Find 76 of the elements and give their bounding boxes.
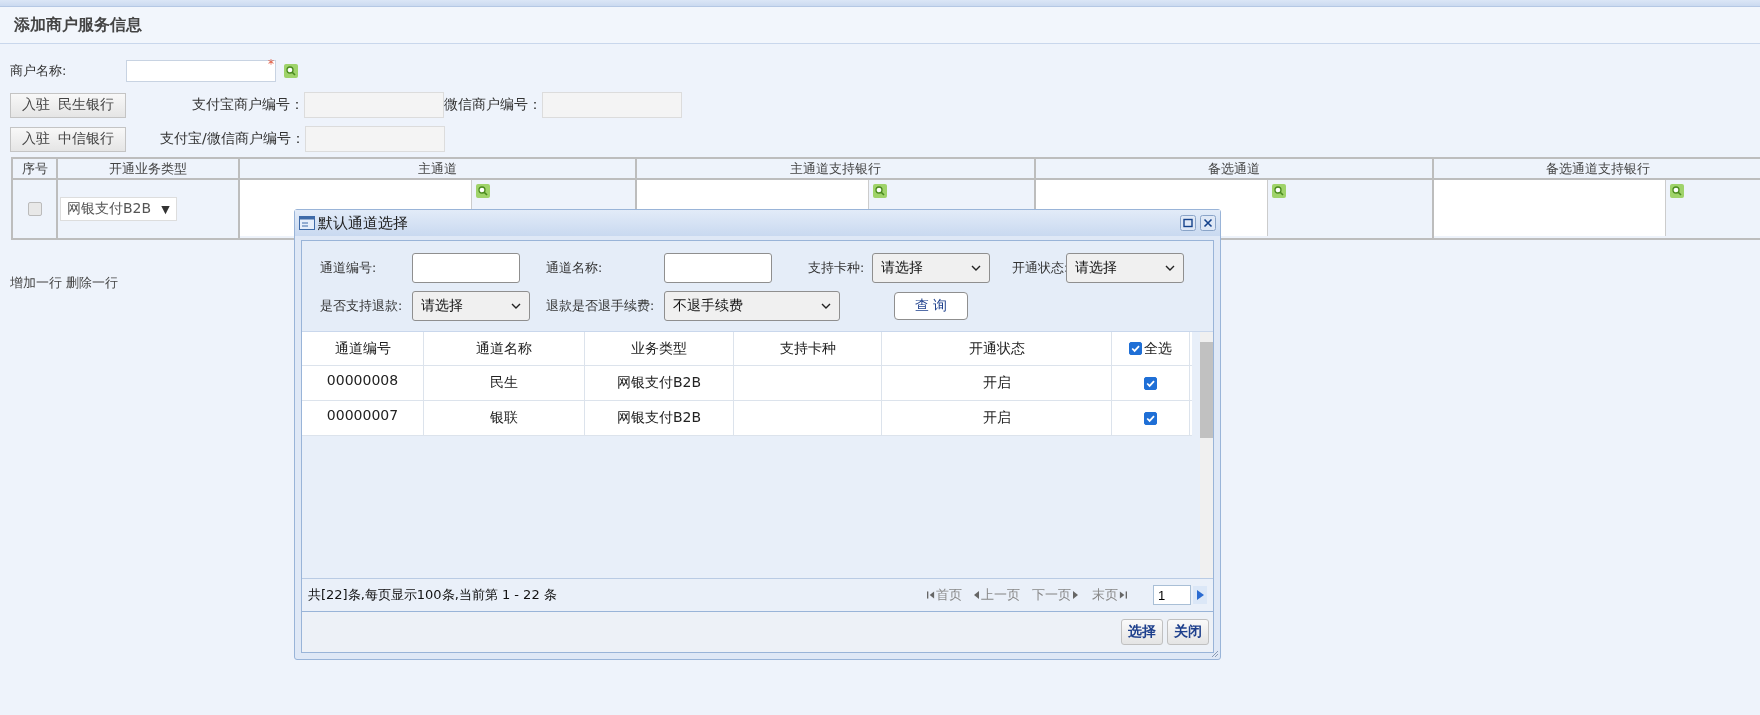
window-icon [299,216,315,230]
filter-select[interactable]: 请选择 [412,291,530,321]
filter-select[interactable]: 不退手续费 [664,291,840,321]
last-page-icon [1119,590,1127,600]
record-summary: 共[22]条,每页显示100条,当前第 1 - 22 条 [308,586,557,604]
row-checkbox[interactable] [1144,411,1157,425]
merchant-label: 商户名称: [10,62,68,80]
chevron-down-icon [971,265,981,271]
page-title: 添加商户服务信息 [14,14,142,36]
next-icon [1072,590,1080,600]
table-cell: 开启 [882,366,1112,400]
row-checkbox[interactable] [27,202,42,216]
maximize-icon[interactable] [1180,215,1196,231]
go-icon[interactable] [1193,586,1207,604]
search-icon[interactable] [873,184,887,198]
row-action-link[interactable]: 删除一行 [66,274,118,292]
search-icon[interactable] [1272,184,1286,198]
dialog-button[interactable]: 关闭 [1167,619,1209,645]
filter-select[interactable]: 请选择 [1066,253,1184,283]
scrollbar[interactable] [1200,332,1213,578]
merchant-id-label: 支付宝商户编号： [192,96,304,114]
table-cell: 网银支付B2B [585,366,734,400]
select-all-checkbox[interactable] [1129,342,1142,355]
filter-select[interactable]: 请选择 [872,253,990,283]
merchant-id-field[interactable] [304,126,445,152]
column-header: 支持卡种 [734,332,882,365]
column-header: 通道名称 [424,332,585,365]
resize-grip-icon[interactable] [1211,650,1219,658]
filter-label: 通道编号: [320,259,378,277]
row-action-link[interactable]: 增加一行 [10,274,62,292]
filter-label: 退款是否退手续费: [545,297,656,315]
column-header: 序号 [13,159,58,178]
table-cell: 00000008 [302,366,424,400]
required-mark: * [268,57,274,71]
filter-field[interactable] [412,253,520,283]
dialog-button[interactable]: 选择 [1121,619,1163,645]
filter-label: 是否支持退款: [320,297,404,315]
search-icon[interactable] [1670,184,1684,198]
merchant-name-field[interactable] [126,60,276,82]
table-cell: 银联 [424,401,585,435]
column-header: 主通道 [240,159,637,178]
table-cell: 民生 [424,366,585,400]
first-page-icon [927,590,935,600]
table-cell: 网银支付B2B [585,401,734,435]
filter-label: 开通状态: [1011,259,1066,277]
column-header: 备选通道支持银行 [1545,160,1651,178]
column-header: 开通业务类型 [58,159,240,178]
column-header: 开通状态 [882,332,1112,365]
onboard-button[interactable]: 入驻 民生银行 [10,92,126,118]
query-button[interactable]: 查 询 [894,292,968,320]
column-header: 业务类型 [585,332,734,365]
merchant-id-label: 支付宝/微信商户编号： [160,130,305,148]
search-icon[interactable] [284,64,298,78]
column-header: 备选通道 [1036,159,1434,178]
previous-icon [972,590,980,600]
dialog-title: 默认通道选择 [318,213,408,233]
filter-label: 支持卡种: [807,259,866,277]
select-all-label: 全选 [1144,339,1172,358]
column-header: 主通道支持银行 [637,159,1036,178]
onboard-button[interactable]: 入驻 中信银行 [10,126,126,152]
merchant-id-field[interactable] [304,92,444,118]
search-icon[interactable] [476,184,490,198]
table-cell: 开启 [882,401,1112,435]
merchant-id-field[interactable] [542,92,682,118]
chevron-down-icon [1165,265,1175,271]
close-icon[interactable] [1200,215,1216,231]
table-cell: 00000007 [302,401,424,435]
chevron-down-icon [511,303,521,309]
page-number-field[interactable]: 1 [1153,585,1191,605]
column-header: 通道编号 [302,332,424,365]
chevron-down-icon [821,303,831,309]
business-type-select[interactable]: 网银支付B2B ▼ [60,197,177,221]
filter-label: 通道名称: [545,259,604,277]
row-checkbox[interactable] [1144,376,1157,390]
merchant-id-label: 微信商户编号： [444,96,542,114]
filter-field[interactable] [664,253,772,283]
